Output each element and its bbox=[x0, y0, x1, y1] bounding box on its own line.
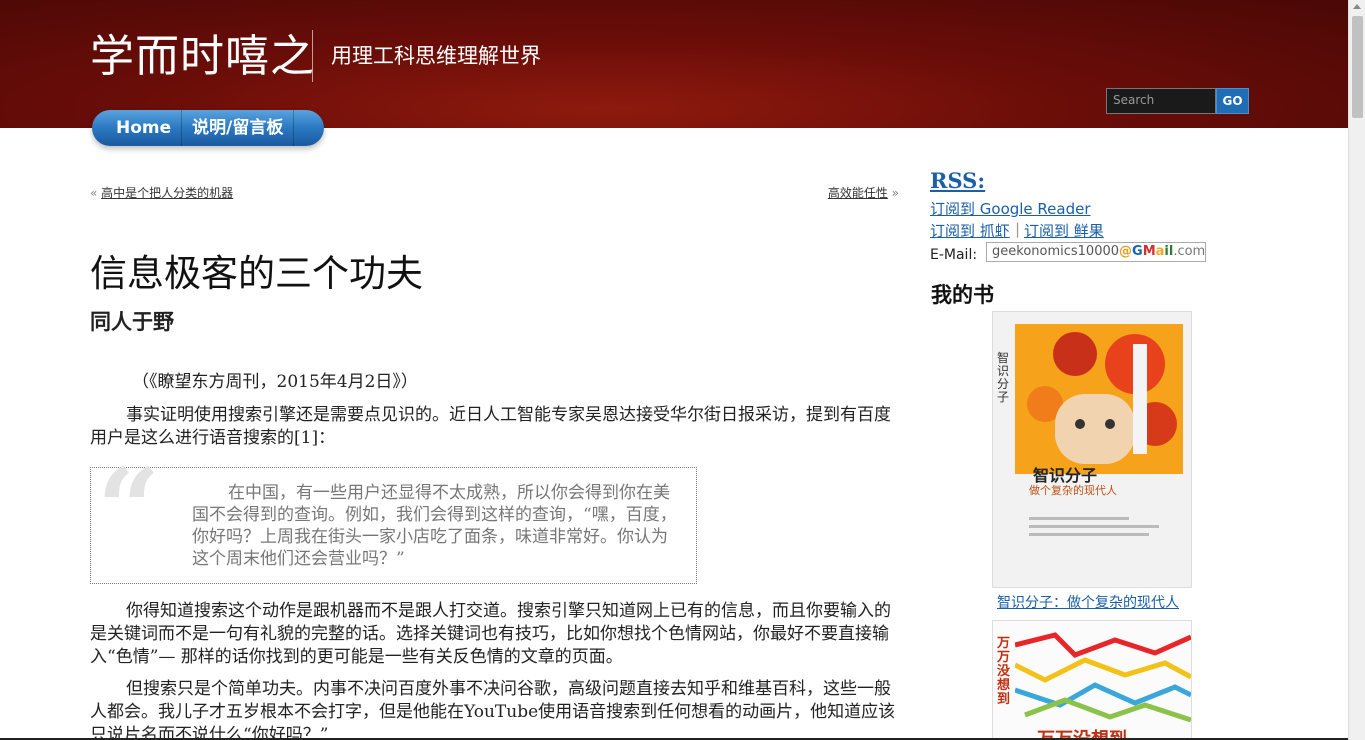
book-spine-title: 万万没想到 bbox=[997, 636, 1011, 707]
page-scrollbar[interactable] bbox=[1348, 0, 1365, 740]
title-divider bbox=[312, 30, 313, 82]
prev-arrow: « bbox=[90, 186, 98, 200]
search-input[interactable]: Search bbox=[1106, 88, 1216, 114]
book-spine-title: 智识分子 bbox=[997, 351, 1010, 404]
book-cover-art bbox=[1015, 632, 1191, 723]
email-label: E-Mail: bbox=[930, 247, 978, 263]
book-cover-subtitle: 做个复杂的现代人 bbox=[1029, 484, 1117, 497]
nav-divider bbox=[293, 110, 295, 146]
main-nav: Home 说明/留言板 bbox=[92, 110, 324, 146]
book-link-zhishi-fenzi[interactable]: 智识分子：做个复杂的现代人 bbox=[997, 592, 1179, 612]
next-arrow: » bbox=[891, 186, 899, 200]
book-cover-blurb bbox=[1029, 517, 1169, 541]
gmail-logo-il: il bbox=[1164, 244, 1174, 259]
scroll-up-arrow-icon[interactable] bbox=[1353, 4, 1361, 9]
email-user: geekonomics10000 bbox=[992, 244, 1120, 259]
email-image: geekonomics10000@GMail.com bbox=[986, 242, 1206, 262]
nav-item-guestbook[interactable]: 说明/留言板 bbox=[182, 110, 293, 146]
scroll-thumb[interactable] bbox=[1352, 16, 1363, 118]
quote-text: 在中国，有一些用户还显得不太成熟，所以你会得到你在美国不会得到的查询。例如，我们… bbox=[192, 483, 677, 569]
my-books-heading: 我的书 bbox=[931, 282, 994, 307]
site-header: 学而时嘻之 用理工科思维理解世界 Search GO bbox=[0, 0, 1348, 128]
book-cover-art bbox=[1015, 324, 1183, 474]
search-go-button[interactable]: GO bbox=[1216, 88, 1249, 114]
next-post-link[interactable]: 高效能任性 bbox=[828, 186, 888, 200]
rss-link[interactable]: RSS: bbox=[930, 168, 985, 193]
link-separator: | bbox=[1015, 220, 1021, 238]
email-domain: .com bbox=[1173, 244, 1206, 259]
nav-item-home[interactable]: Home bbox=[106, 110, 181, 146]
next-post-nav: 高效能任性 » bbox=[828, 184, 899, 201]
subscribe-xianguo-link[interactable]: 订阅到 鲜果 bbox=[1024, 220, 1104, 241]
site-title[interactable]: 学而时嘻之 bbox=[90, 20, 315, 84]
post-paragraph: 你得知道搜索这个动作是跟机器而不是跟人打交道。搜索引擎只知道网上已有的信息，而且… bbox=[90, 601, 891, 667]
blockquote: “ 在中国，有一些用户还显得不太成熟，所以你会得到你在美国不会得到的查询。例如，… bbox=[90, 454, 697, 584]
post-paragraph: 事实证明使用搜索引擎还是需要点见识的。近日人工智能专家吴恩达接受华尔街日报采访，… bbox=[90, 405, 891, 448]
subscribe-zhuaxia-link[interactable]: 订阅到 抓虾 bbox=[930, 220, 1010, 241]
prev-post-nav: « 高中是个把人分类的机器 bbox=[90, 184, 233, 201]
gmail-logo-g: G bbox=[1132, 244, 1143, 259]
quote-mark-icon: “ bbox=[97, 444, 161, 573]
post-paragraph: 但搜索只是个简单功夫。内事不决问百度外事不决问谷歌，高级问题直接去知乎和维基百科… bbox=[90, 679, 896, 740]
email-at: @ bbox=[1119, 244, 1133, 259]
site-tagline: 用理工科思维理解世界 bbox=[331, 44, 541, 68]
book-cover-wanwan-meixiangdao[interactable]: 万万没想到 万万没想到 bbox=[992, 620, 1192, 740]
post-author: 同人于野 bbox=[90, 309, 174, 334]
post-source: （《瞭望东方周刊，2015年4月2日》） bbox=[132, 372, 418, 392]
post-title: 信息极客的三个功夫 bbox=[90, 252, 423, 295]
prev-post-link[interactable]: 高中是个把人分类的机器 bbox=[101, 186, 233, 200]
gmail-logo-m: M bbox=[1142, 244, 1156, 259]
book-cover-zhishi-fenzi[interactable]: 智识分子 智识分子 做个复杂的现代人 bbox=[992, 311, 1192, 588]
subscribe-google-reader-link[interactable]: 订阅到 Google Reader bbox=[930, 198, 1091, 219]
